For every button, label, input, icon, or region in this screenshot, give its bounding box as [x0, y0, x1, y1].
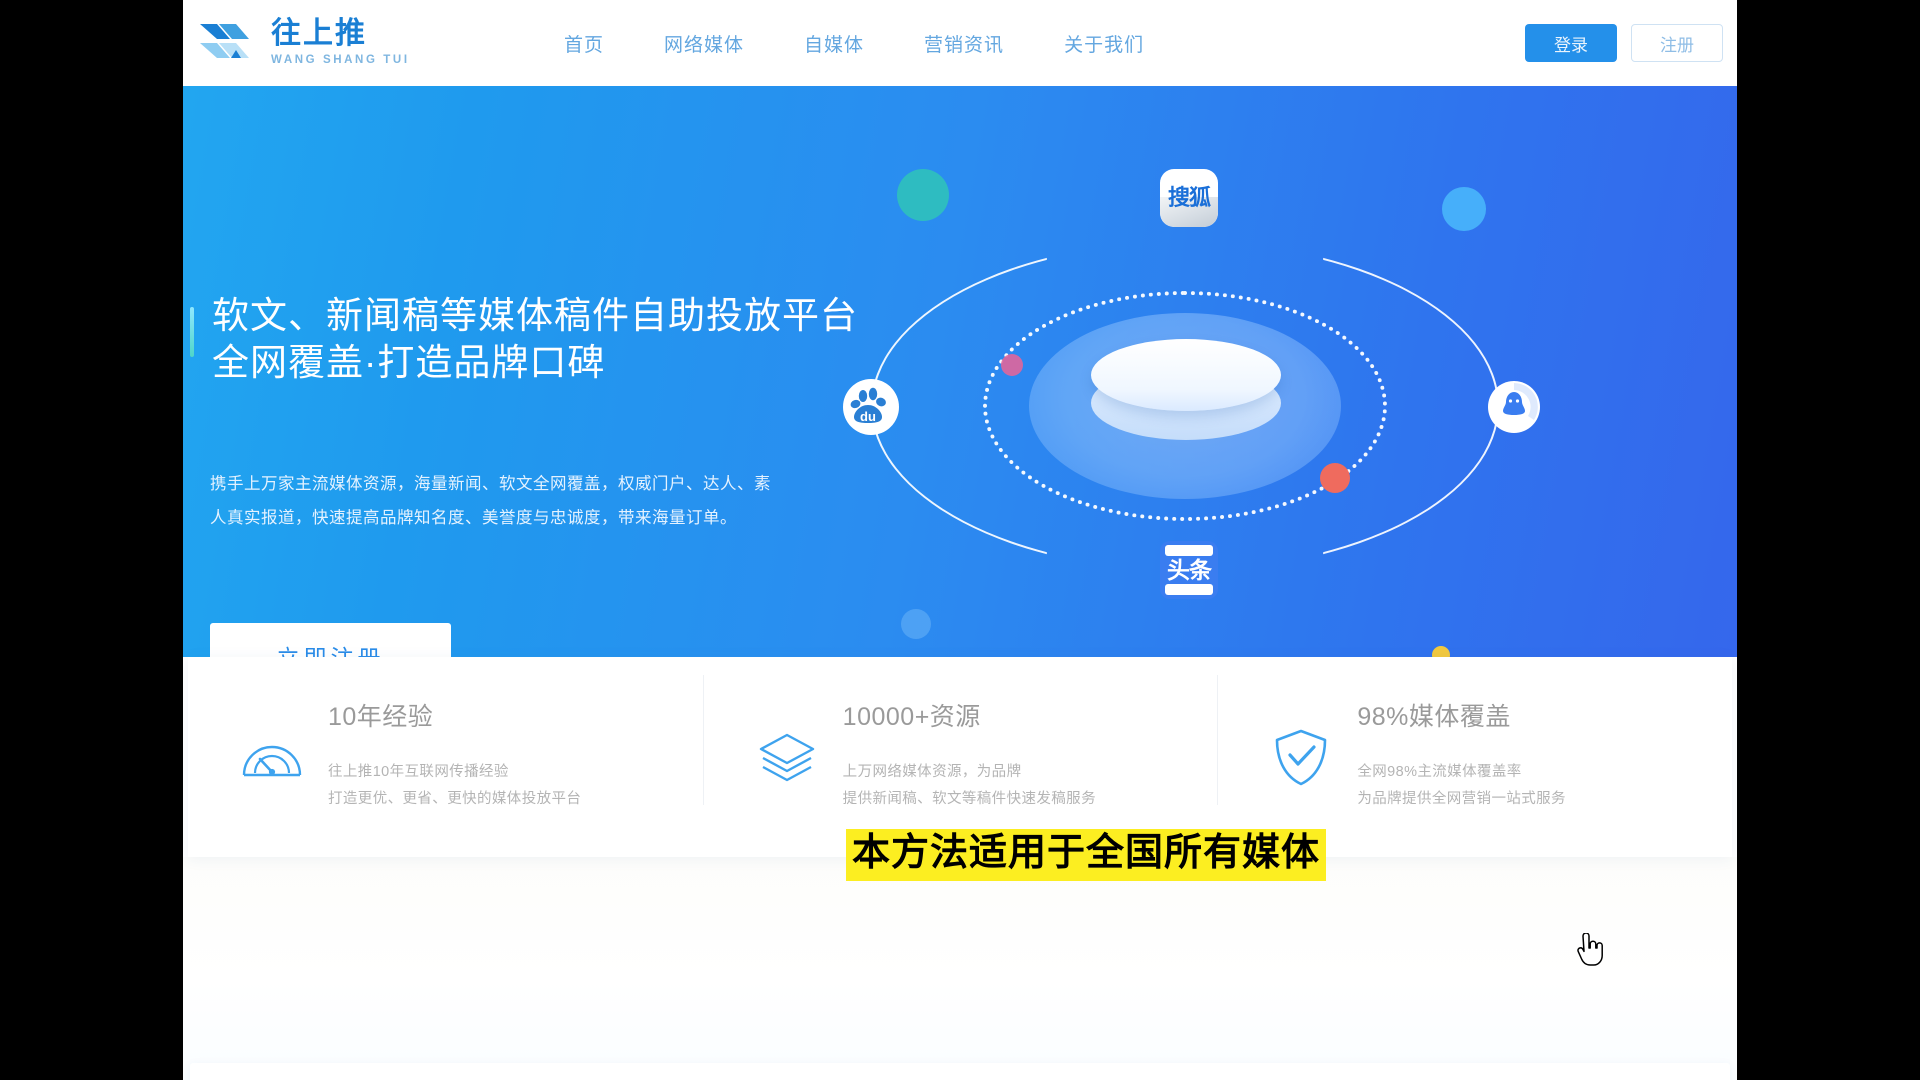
feature-card-resources: 10000+资源 上万网络媒体资源，为品牌 提供新闻稿、软文等稿件快速发稿服务	[702, 657, 1218, 813]
feature-card-coverage: 98%媒体覆盖 全网98%主流媒体覆盖率 为品牌提供全网营销一站式服务	[1217, 657, 1732, 813]
platform-disc-top	[1091, 339, 1281, 411]
feature-line-1: 全网98%主流媒体覆盖率	[1357, 764, 1522, 780]
tencent-logo-icon	[1486, 379, 1542, 435]
feature-highlights: 10年经验 往上推10年互联网传播经验 打造更优、更省、更快的媒体投放平台 10…	[188, 657, 1732, 857]
screen: 往上推 WANG SHANG TUI 首页 网络媒体 自媒体 营销资讯 关于我们…	[0, 0, 1920, 1080]
feature-title: 98%媒体覆盖	[1357, 703, 1511, 731]
nav-item-about-us[interactable]: 关于我们	[1064, 30, 1144, 57]
content-panel-below	[190, 1063, 1730, 1080]
feature-title: 10年经验	[328, 703, 434, 731]
feature-line-1: 上万网络媒体资源，为品牌	[842, 764, 1022, 780]
feature-line-2: 打造更优、更省、更快的媒体投放平台	[328, 790, 582, 807]
nav-item-self-media[interactable]: 自媒体	[804, 30, 864, 57]
toutiao-bar-bottom	[1165, 584, 1213, 595]
brand-name-cn: 往上推	[271, 17, 367, 51]
annotation-banner: 本方法适用于全国所有媒体	[846, 829, 1327, 881]
nav-item-web-media[interactable]: 网络媒体	[664, 30, 744, 57]
toutiao-bar-top	[1165, 545, 1213, 556]
hero-illustration: 搜狐 头条 du	[833, 141, 1553, 657]
login-button[interactable]: 登录	[1525, 24, 1617, 62]
brand-logo[interactable]: 往上推 WANG SHANG TUI	[197, 18, 457, 68]
nav-item-home[interactable]: 首页	[564, 30, 604, 57]
sohu-logo-label: 搜狐	[1167, 185, 1211, 210]
hero-headline-line1: 软文、新闻稿等媒体稿件自助投放平台	[212, 295, 858, 336]
layers-icon	[753, 723, 821, 791]
hand-pointer-cursor	[1574, 932, 1604, 969]
nav-item-marketing-news[interactable]: 营销资讯	[924, 30, 1004, 57]
speedometer-icon	[238, 723, 306, 791]
feature-line-1: 往上推10年互联网传播经验	[328, 764, 509, 780]
site-header: 往上推 WANG SHANG TUI 首页 网络媒体 自媒体 营销资讯 关于我们…	[183, 0, 1737, 86]
feature-line-2: 提供新闻稿、软文等稿件快速发稿服务	[842, 790, 1096, 807]
shield-check-icon	[1267, 723, 1335, 791]
main-navigation: 首页 网络媒体 自媒体 营销资讯 关于我们	[564, 30, 1144, 57]
hero-description: 携手上万家主流媒体资源，海量新闻、软文全网覆盖，权威门户、达人、素人真实报道，快…	[210, 475, 771, 527]
double-chevron-logo-icon	[197, 18, 259, 68]
feature-line-2: 为品牌提供全网营销一站式服务	[1357, 790, 1566, 807]
browser-viewport: 往上推 WANG SHANG TUI 首页 网络媒体 自媒体 营销资讯 关于我们…	[183, 0, 1737, 1080]
register-button[interactable]: 注册	[1631, 24, 1723, 62]
toutiao-logo-label: 头条	[1167, 556, 1212, 583]
auth-actions: 登录 注册	[1525, 24, 1723, 62]
hero-register-now-button[interactable]: 立即注册	[210, 623, 451, 657]
brand-name-en: WANG SHANG TUI	[271, 54, 410, 67]
hero-headline-line2: 全网覆盖·打造品牌口碑	[212, 342, 606, 384]
orbit-dot-red	[1320, 463, 1350, 493]
svg-text:du: du	[860, 409, 876, 424]
baidu-logo-icon: du	[843, 379, 899, 435]
page-background-below	[183, 857, 1737, 1080]
feature-title: 10000+资源	[842, 703, 981, 731]
hero-banner: 软文、新闻稿等媒体稿件自助投放平台 全网覆盖·打造品牌口碑 携手上万家主流媒体资…	[183, 86, 1737, 657]
feature-card-experience: 10年经验 往上推10年互联网传播经验 打造更优、更省、更快的媒体投放平台	[188, 657, 703, 813]
sohu-logo-icon: 搜狐	[1160, 169, 1218, 227]
hero-headline: 软文、新闻稿等媒体稿件自助投放平台 全网覆盖·打造品牌口碑	[212, 292, 858, 387]
toutiao-logo-icon: 头条	[1160, 541, 1218, 599]
orbit-dot-pink	[1001, 354, 1023, 376]
headline-accent-bar	[190, 307, 194, 357]
